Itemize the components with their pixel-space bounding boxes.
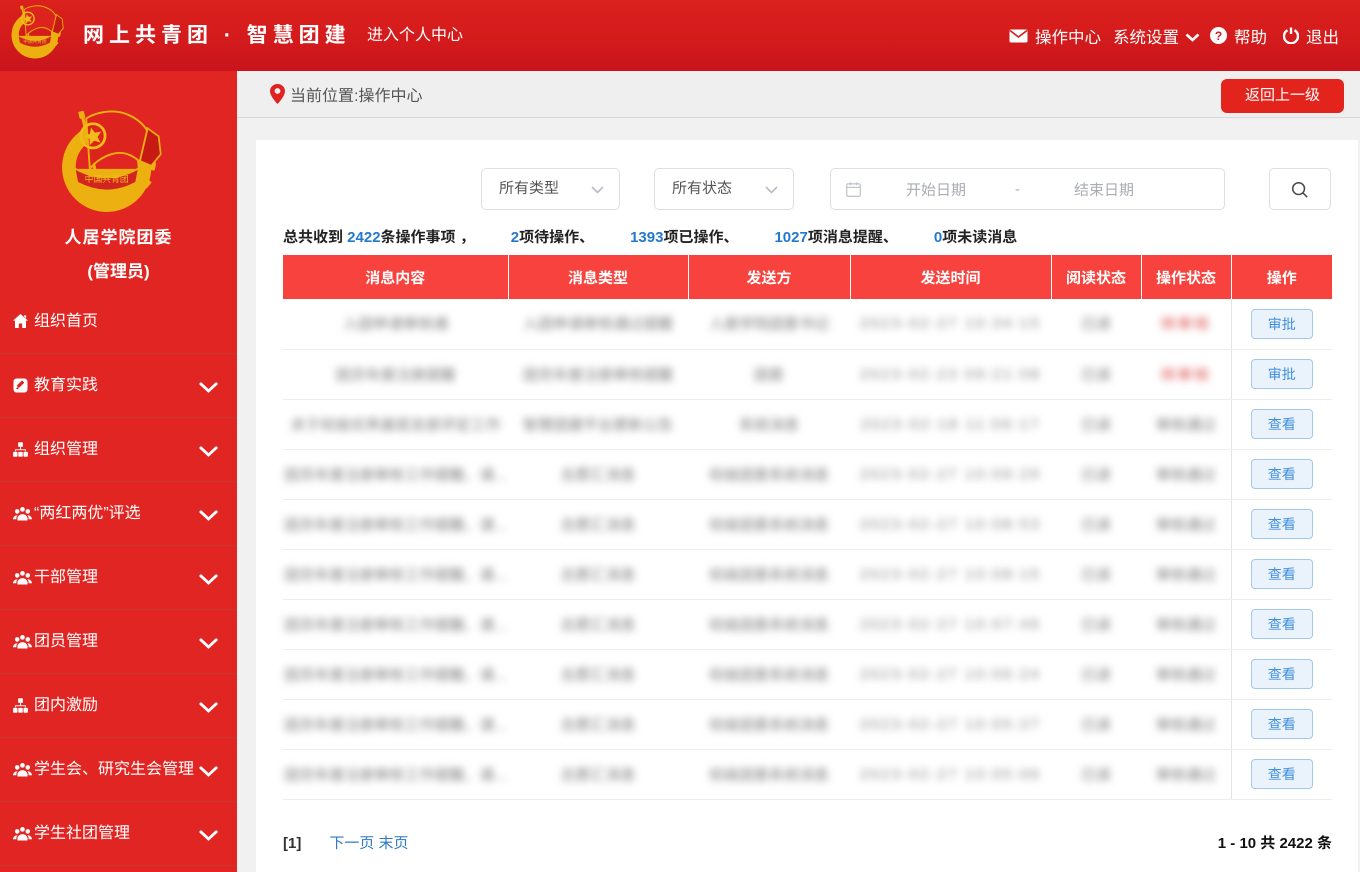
svg-text:中国共青团: 中国共青团: [23, 39, 46, 45]
svg-text:中国共青团: 中国共青团: [85, 172, 129, 185]
svg-text:?: ?: [1215, 29, 1222, 43]
